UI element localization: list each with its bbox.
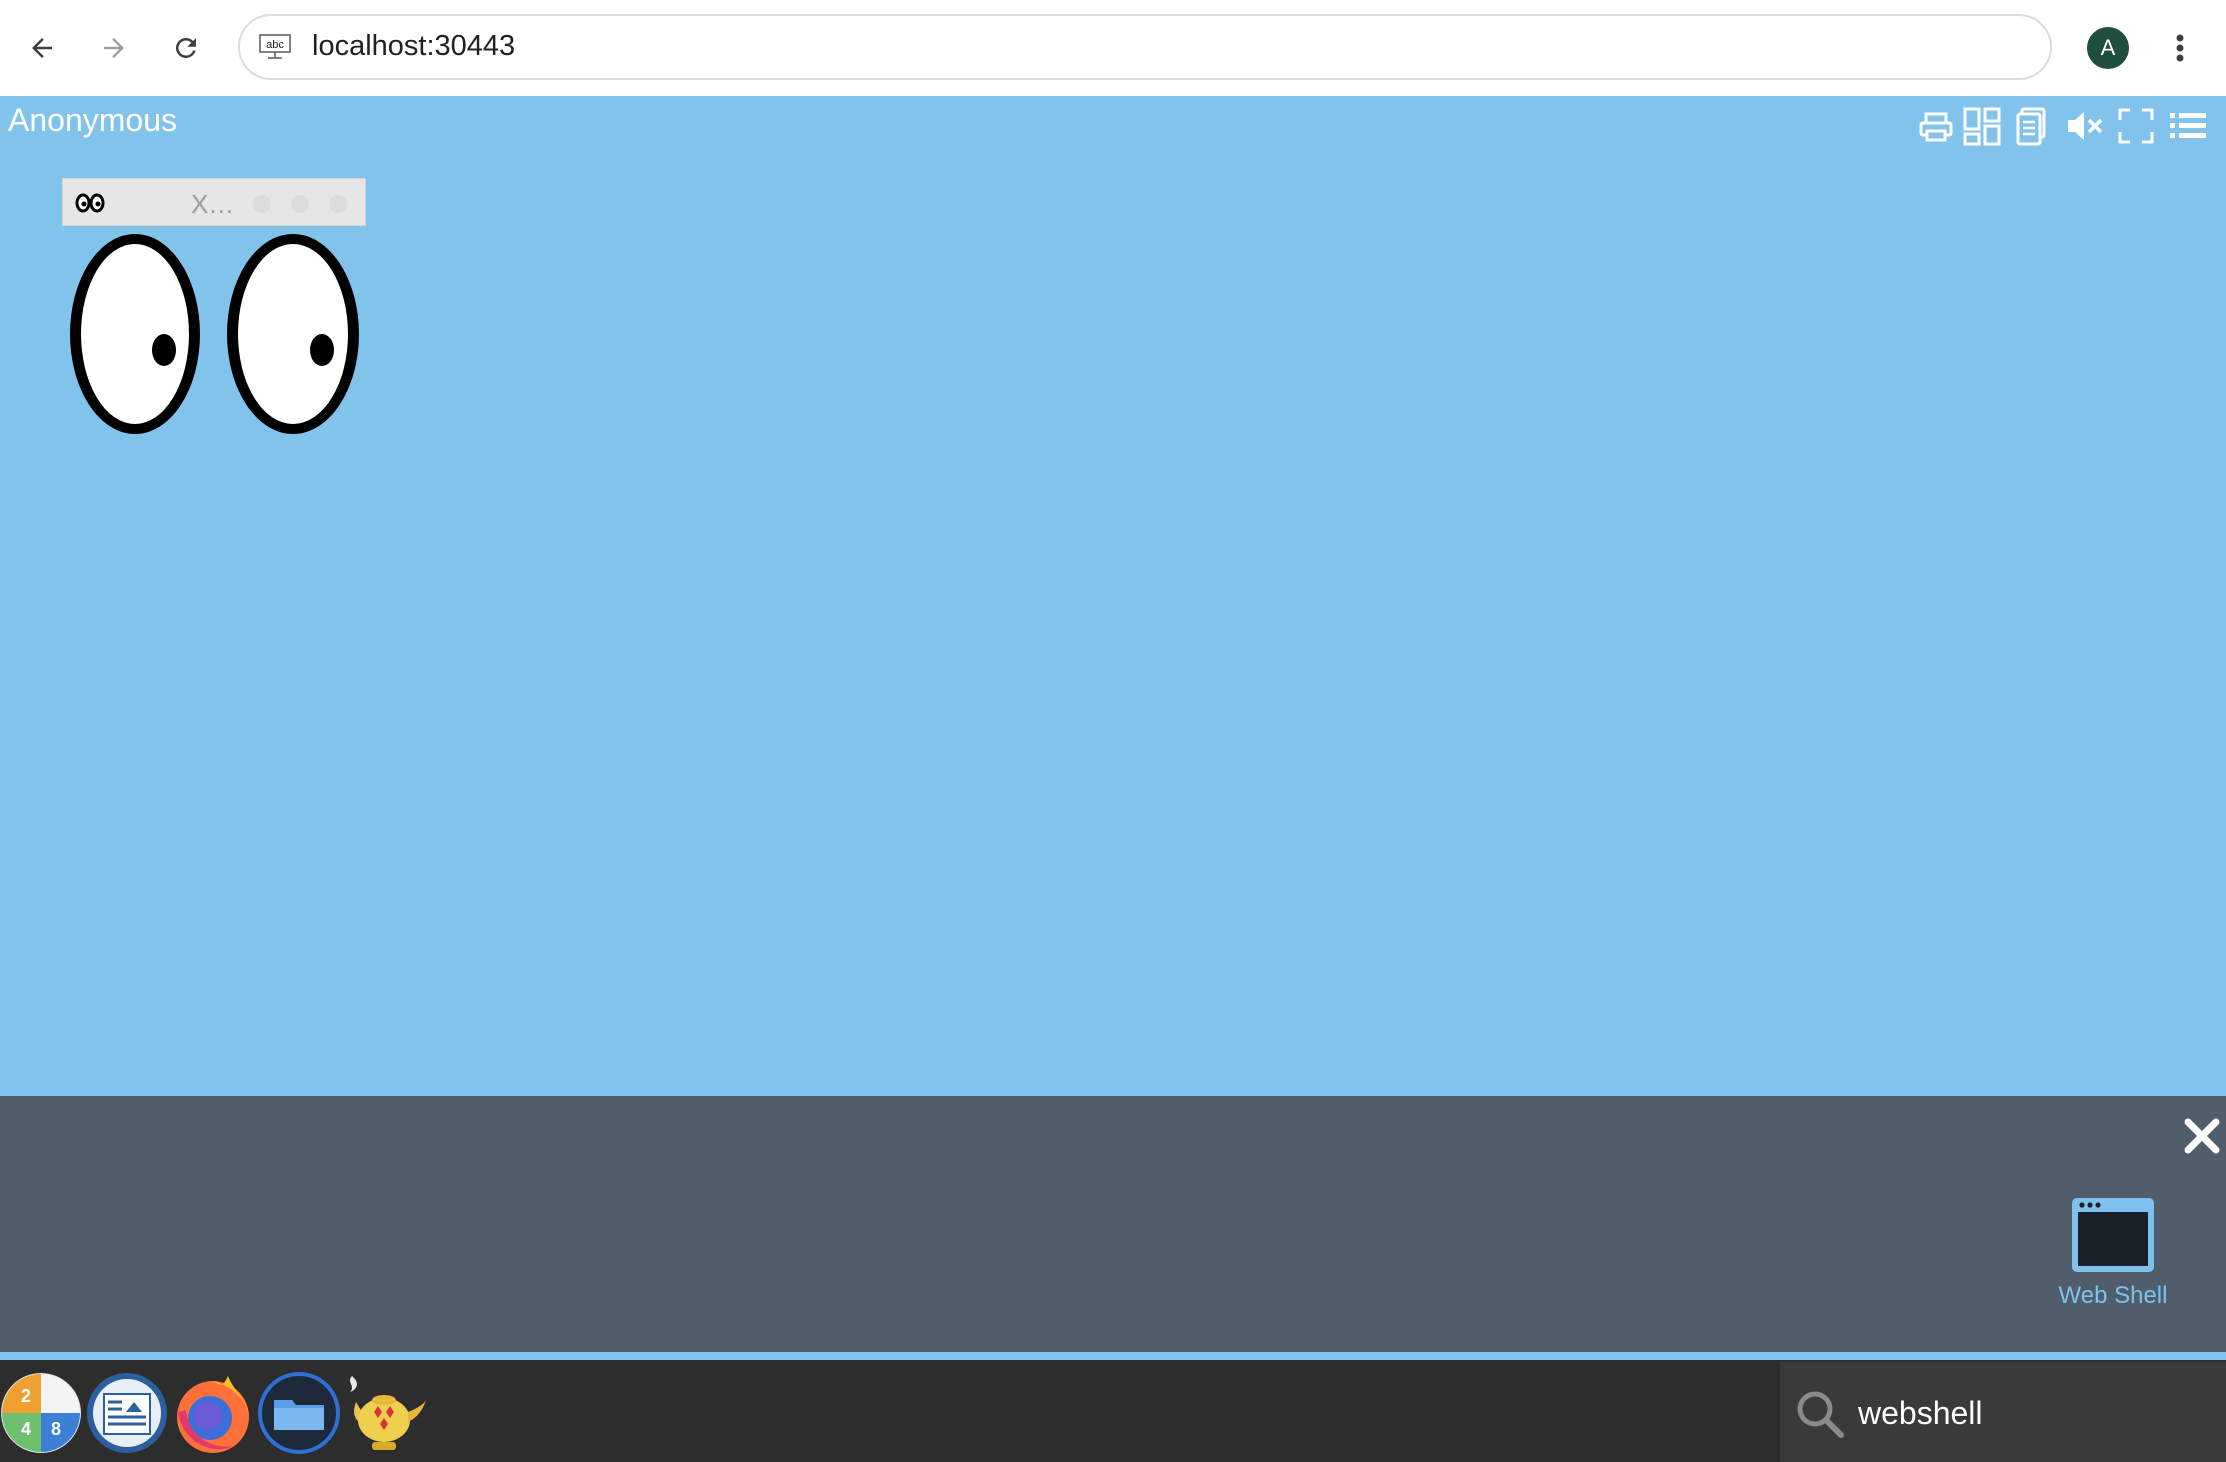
xeyes-app-icon	[75, 193, 105, 213]
close-icon	[2184, 1118, 2220, 1154]
browser-chrome: abc localhost:30443 A	[0, 0, 2226, 96]
grid-icon[interactable]	[1962, 106, 2002, 146]
file-manager-icon[interactable]	[258, 1372, 340, 1454]
reload-icon	[175, 37, 196, 58]
site-info-icon[interactable]: abc	[258, 33, 292, 61]
remote-desktop[interactable]: Anonymous X...	[0, 96, 2226, 1096]
launcher-close-button[interactable]	[2182, 1116, 2222, 1156]
left-pupil	[152, 334, 176, 366]
genie-lamp-icon[interactable]	[342, 1372, 426, 1454]
app-launcher-panel: Web Shell	[0, 1096, 2226, 1352]
firefox-icon[interactable]	[172, 1372, 254, 1454]
fullscreen-icon[interactable]	[2116, 106, 2156, 146]
svg-text:2: 2	[21, 1386, 31, 1406]
svg-text:4: 4	[21, 1419, 31, 1439]
close-window-button[interactable]	[329, 195, 347, 213]
web-shell-app[interactable]: Web Shell	[2050, 1196, 2176, 1326]
back-button[interactable]	[18, 24, 66, 72]
window-title: X...	[191, 189, 235, 219]
taskbar: 2 4 8	[0, 1360, 2226, 1462]
window-titlebar[interactable]: X...	[62, 178, 366, 226]
svg-text:abc: abc	[266, 39, 284, 51]
mute-icon[interactable]	[2064, 106, 2104, 146]
arrow-right-icon	[104, 38, 124, 58]
forward-button[interactable]	[90, 24, 138, 72]
search-icon	[1797, 1391, 1844, 1438]
right-pupil	[310, 334, 334, 366]
reload-button[interactable]	[162, 24, 210, 72]
search-input[interactable]	[1856, 1384, 2200, 1442]
user-label: Anonymous	[8, 102, 177, 138]
menu-icon[interactable]	[2168, 106, 2208, 146]
terminal-window-icon	[2072, 1198, 2154, 1272]
printer-icon[interactable]	[1916, 106, 1956, 146]
profile-avatar[interactable]: A	[2087, 27, 2129, 69]
xeyes-window[interactable]: X...	[62, 178, 366, 448]
document-viewer-icon[interactable]	[86, 1372, 168, 1454]
calculator-icon[interactable]: 2 4 8	[0, 1372, 82, 1454]
maximize-button[interactable]	[291, 195, 309, 213]
minimize-button[interactable]	[253, 195, 271, 213]
xeyes-canvas	[62, 226, 366, 448]
app-label: Web Shell	[2058, 1282, 2168, 1309]
url-text[interactable]: localhost:30443	[312, 30, 515, 63]
taskbar-search[interactable]	[1780, 1362, 2226, 1462]
kebab-menu-icon	[2176, 34, 2184, 62]
address-bar[interactable]: abc localhost:30443	[238, 14, 2052, 80]
arrow-left-icon	[32, 38, 52, 58]
browser-menu-button[interactable]	[2160, 24, 2200, 72]
clipboard-icon[interactable]	[2012, 106, 2052, 146]
panel-divider	[0, 1352, 2226, 1360]
svg-text:8: 8	[51, 1419, 61, 1439]
